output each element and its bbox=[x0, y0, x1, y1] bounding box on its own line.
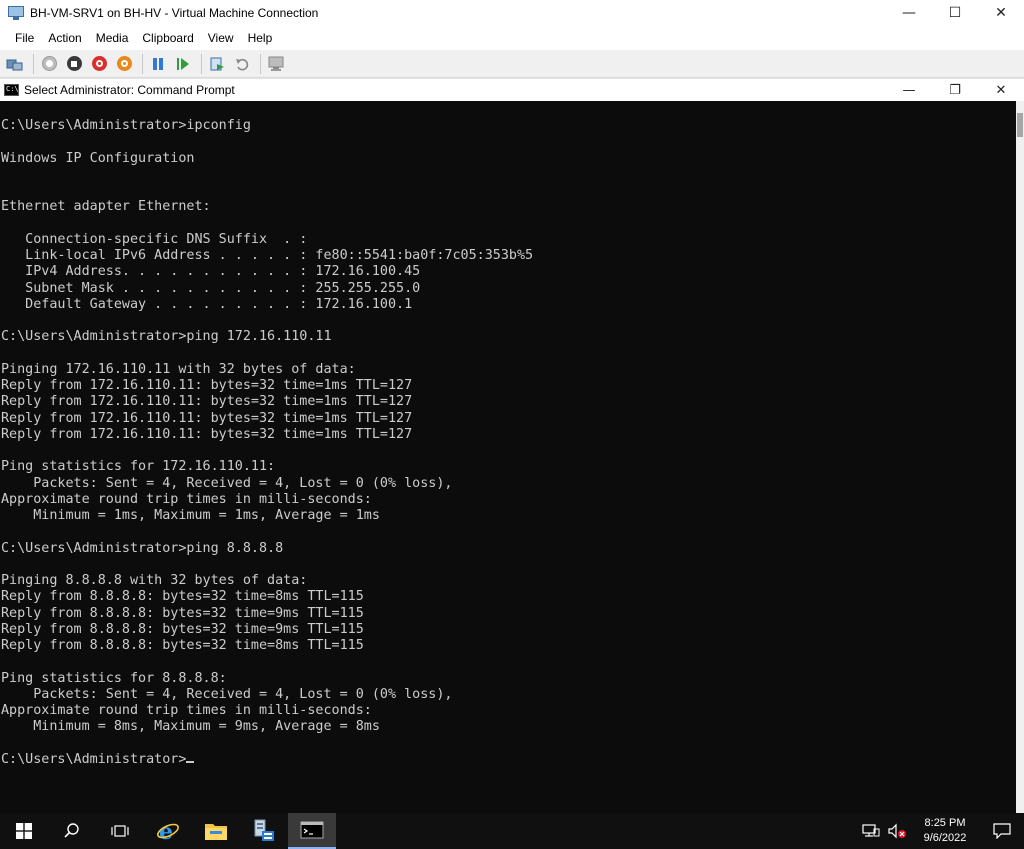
console-output[interactable]: C:\Users\Administrator>ipconfig Windows … bbox=[0, 101, 1016, 813]
command-prompt-icon: C:\ bbox=[4, 84, 19, 96]
menu-media[interactable]: Media bbox=[89, 31, 136, 45]
cmd-window-titlebar: C:\ Select Administrator: Command Prompt… bbox=[0, 78, 1024, 101]
internet-explorer-icon[interactable]: e bbox=[144, 813, 192, 849]
console-line: Minimum = 8ms, Maximum = 9ms, Average = … bbox=[1, 719, 380, 735]
console-line: Minimum = 1ms, Maximum = 1ms, Average = … bbox=[1, 508, 380, 523]
console-line: C:\Users\Administrator>ping 8.8.8.8 bbox=[1, 540, 284, 556]
file-explorer-icon[interactable] bbox=[192, 813, 240, 849]
menu-file[interactable]: File bbox=[8, 31, 41, 45]
vm-maximize-button[interactable]: ☐ bbox=[932, 0, 978, 26]
network-icon[interactable] bbox=[858, 813, 884, 849]
menu-view[interactable]: View bbox=[201, 31, 241, 45]
console-scrollbar[interactable] bbox=[1016, 101, 1024, 813]
revert-icon[interactable] bbox=[231, 53, 253, 75]
console-line: Connection-specific DNS Suffix . : bbox=[1, 231, 308, 247]
console-line: Reply from 8.8.8.8: bytes=32 time=8ms TT… bbox=[1, 638, 364, 653]
cmd-minimize-button[interactable]: — bbox=[886, 79, 932, 101]
menu-action[interactable]: Action bbox=[41, 31, 88, 45]
console-line: Packets: Sent = 4, Received = 4, Lost = … bbox=[1, 475, 453, 491]
checkpoint-icon[interactable] bbox=[206, 53, 228, 75]
turn-off-icon[interactable] bbox=[63, 53, 85, 75]
cmd-window-title: Select Administrator: Command Prompt bbox=[24, 83, 235, 97]
console-line: Reply from 172.16.110.11: bytes=32 time=… bbox=[1, 394, 413, 410]
console-line: Ethernet adapter Ethernet: bbox=[1, 199, 211, 215]
clock-time: 8:25 PM bbox=[924, 817, 966, 829]
search-icon[interactable] bbox=[48, 813, 96, 849]
console-line: Pinging 172.16.110.11 with 32 bytes of d… bbox=[1, 361, 356, 377]
vm-window-titlebar: BH-VM-SRV1 on BH-HV - Virtual Machine Co… bbox=[0, 0, 1024, 26]
console-line: Subnet Mask . . . . . . . . . . . : 255.… bbox=[1, 280, 421, 296]
volume-muted-icon[interactable] bbox=[884, 813, 910, 849]
task-view-icon[interactable] bbox=[96, 813, 144, 849]
console-line: Approximate round trip times in milli-se… bbox=[1, 703, 372, 718]
menu-help[interactable]: Help bbox=[241, 31, 280, 45]
vm-toolbar bbox=[0, 50, 1024, 78]
start-icon[interactable] bbox=[38, 53, 60, 75]
vm-minimize-button[interactable]: — bbox=[886, 0, 932, 26]
console-line: Pinging 8.8.8.8 with 32 bytes of data: bbox=[1, 573, 308, 588]
console-line: Approximate round trip times in milli-se… bbox=[1, 491, 372, 507]
cmd-restore-button[interactable]: ❐ bbox=[932, 79, 978, 101]
shutdown-icon[interactable] bbox=[88, 53, 110, 75]
console-line: Reply from 8.8.8.8: bytes=32 time=8ms TT… bbox=[1, 589, 364, 605]
console-line: Reply from 172.16.110.11: bytes=32 time=… bbox=[1, 378, 413, 393]
server-manager-icon[interactable] bbox=[240, 813, 288, 849]
console-line: Reply from 172.16.110.11: bytes=32 time=… bbox=[1, 426, 413, 442]
console-line: C:\Users\Administrator> bbox=[1, 751, 187, 767]
console-line: Reply from 8.8.8.8: bytes=32 time=9ms TT… bbox=[1, 621, 364, 637]
windows-start-icon[interactable] bbox=[0, 813, 48, 849]
ctrl-alt-del-icon[interactable] bbox=[4, 53, 26, 75]
vm-menubar: File Action Media Clipboard View Help bbox=[0, 26, 1024, 50]
command-prompt-taskbar-button[interactable] bbox=[288, 813, 336, 849]
virtual-machine-icon bbox=[8, 6, 24, 20]
console-line: Windows IP Configuration bbox=[1, 150, 195, 166]
vm-window-title: BH-VM-SRV1 on BH-HV - Virtual Machine Co… bbox=[30, 6, 319, 20]
taskbar-clock[interactable]: 8:25 PM 9/6/2022 bbox=[910, 816, 980, 846]
console-text: C:\Users\Administrator>ipconfig Windows … bbox=[0, 101, 1016, 768]
console-line: Ping statistics for 8.8.8.8: bbox=[1, 670, 227, 686]
svg-text:e: e bbox=[159, 819, 173, 843]
system-tray: 8:25 PM 9/6/2022 bbox=[858, 813, 1024, 849]
taskbar: e 8:25 PM 9/6/2022 bbox=[0, 813, 1024, 849]
console-line: C:\Users\Administrator>ping 172.16.110.1… bbox=[1, 329, 332, 345]
menu-clipboard[interactable]: Clipboard bbox=[135, 31, 200, 45]
console-line: C:\Users\Administrator>ipconfig bbox=[1, 118, 251, 133]
console-line: Packets: Sent = 4, Received = 4, Lost = … bbox=[1, 686, 453, 702]
pause-icon[interactable] bbox=[147, 53, 169, 75]
resume-icon[interactable] bbox=[172, 53, 194, 75]
console-line: Default Gateway . . . . . . . . . : 172.… bbox=[1, 296, 413, 312]
console-line: Reply from 8.8.8.8: bytes=32 time=9ms TT… bbox=[1, 605, 364, 621]
clock-date: 9/6/2022 bbox=[923, 832, 967, 844]
console-line: Link-local IPv6 Address . . . . . : fe80… bbox=[1, 248, 534, 263]
save-icon[interactable] bbox=[113, 53, 135, 75]
text-cursor bbox=[186, 760, 195, 763]
console-line: IPv4 Address. . . . . . . . . . . : 172.… bbox=[1, 264, 421, 280]
cmd-close-button[interactable]: ✕ bbox=[978, 79, 1024, 101]
notifications-icon[interactable] bbox=[980, 813, 1024, 849]
vm-close-button[interactable]: ✕ bbox=[978, 0, 1024, 26]
scrollbar-thumb[interactable] bbox=[1017, 113, 1023, 137]
console-line: Ping statistics for 172.16.110.11: bbox=[1, 459, 276, 475]
console-line: Reply from 172.16.110.11: bytes=32 time=… bbox=[1, 410, 413, 426]
enhanced-session-icon[interactable] bbox=[265, 53, 287, 75]
